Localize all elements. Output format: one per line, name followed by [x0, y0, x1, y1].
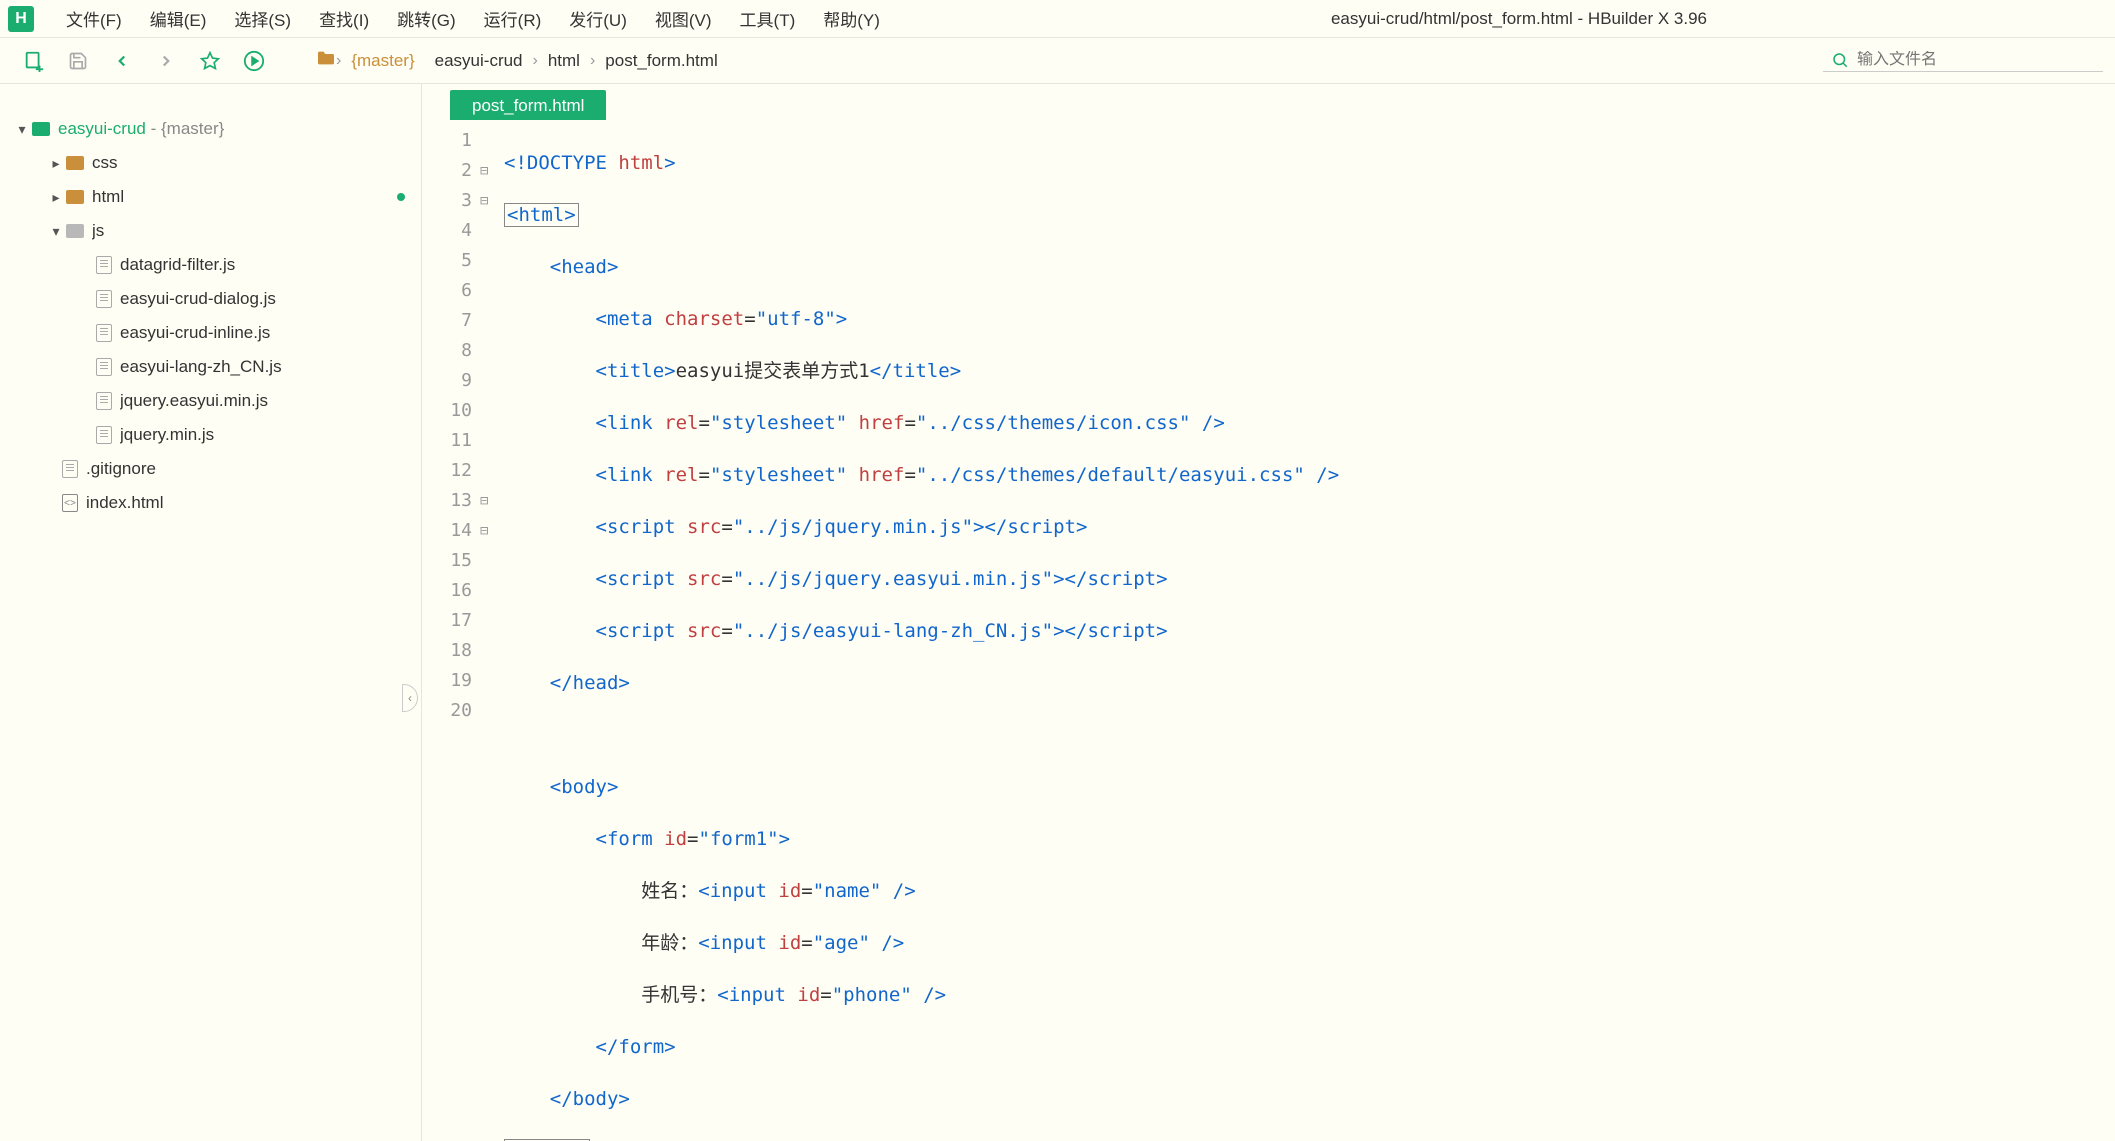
folder-icon	[316, 50, 336, 71]
file-icon	[62, 460, 78, 478]
chevron-down-icon: ▾	[12, 121, 32, 138]
breadcrumb-file[interactable]: post_form.html	[595, 51, 727, 71]
back-button[interactable]	[100, 43, 144, 79]
file-icon	[96, 358, 112, 376]
folder-icon	[66, 156, 84, 170]
tree-file[interactable]: jquery.min.js	[0, 418, 421, 452]
folder-label: css	[92, 153, 409, 173]
folder-label: html	[92, 187, 397, 207]
tree-file[interactable]: easyui-crud-dialog.js	[0, 282, 421, 316]
tree-file-index[interactable]: <> index.html	[0, 486, 421, 520]
tree-file[interactable]: easyui-lang-zh_CN.js	[0, 350, 421, 384]
file-label: .gitignore	[86, 459, 409, 479]
breadcrumb-dir[interactable]: html	[538, 51, 590, 71]
file-icon	[96, 290, 112, 308]
fold-gutter[interactable]: ⊟⊟⊟⊟	[480, 126, 500, 1141]
tree-file[interactable]: datagrid-filter.js	[0, 248, 421, 282]
breadcrumb: › {master} easyui-crud › html › post_for…	[316, 50, 728, 71]
file-label: easyui-lang-zh_CN.js	[120, 357, 409, 377]
editor: ‹ post_form.html 12345678910111213141516…	[422, 84, 2115, 1141]
new-file-button[interactable]	[12, 43, 56, 79]
code-file-icon: <>	[62, 494, 78, 512]
run-button[interactable]	[232, 43, 276, 79]
branch-label: - {master}	[151, 119, 225, 138]
breadcrumb-branch[interactable]: {master}	[341, 51, 424, 71]
file-label: jquery.easyui.min.js	[120, 391, 409, 411]
search-input[interactable]	[1857, 51, 2095, 69]
file-label: index.html	[86, 493, 409, 513]
file-label: jquery.min.js	[120, 425, 409, 445]
menu-file[interactable]: 文件(F)	[52, 6, 136, 31]
menu-run[interactable]: 运行(R)	[470, 6, 556, 31]
project-name: easyui-crud	[58, 119, 146, 138]
file-icon	[96, 392, 112, 410]
folder-open-icon	[66, 224, 84, 238]
file-label: easyui-crud-dialog.js	[120, 289, 409, 309]
app-logo: H	[8, 6, 34, 32]
code-area[interactable]: 1234567891011121314151617181920 ⊟⊟⊟⊟ <!D…	[422, 120, 2115, 1141]
file-label: datagrid-filter.js	[120, 255, 409, 275]
tab-bar: post_form.html	[422, 84, 2115, 120]
chevron-down-icon: ▾	[46, 223, 66, 240]
folder-icon	[66, 190, 84, 204]
menu-select[interactable]: 选择(S)	[220, 6, 305, 31]
menu-edit[interactable]: 编辑(E)	[136, 6, 221, 31]
file-icon	[96, 256, 112, 274]
tree-file[interactable]: jquery.easyui.min.js	[0, 384, 421, 418]
folder-label: js	[92, 221, 409, 241]
tree-file-gitignore[interactable]: .gitignore	[0, 452, 421, 486]
modified-dot-icon	[397, 193, 405, 201]
save-button[interactable]	[56, 43, 100, 79]
tree-root[interactable]: ▾ easyui-crud - {master}	[0, 112, 421, 146]
menu-goto[interactable]: 跳转(G)	[383, 6, 470, 31]
menubar: H 文件(F) 编辑(E) 选择(S) 查找(I) 跳转(G) 运行(R) 发行…	[0, 0, 2115, 38]
file-label: easyui-crud-inline.js	[120, 323, 409, 343]
favorite-button[interactable]	[188, 43, 232, 79]
project-tree: ▾ easyui-crud - {master} ▸ css ▸ html ▾ …	[0, 84, 422, 1141]
window-title: easyui-crud/html/post_form.html - HBuild…	[1331, 9, 2107, 29]
folder-icon	[32, 122, 50, 136]
main-area: ▾ easyui-crud - {master} ▸ css ▸ html ▾ …	[0, 84, 2115, 1141]
code-content[interactable]: <!DOCTYPE html> <html> <head> <meta char…	[500, 126, 2115, 1141]
search-icon	[1831, 51, 1849, 69]
forward-button[interactable]	[144, 43, 188, 79]
tree-folder-html[interactable]: ▸ html	[0, 180, 421, 214]
menu-find[interactable]: 查找(I)	[305, 6, 383, 31]
toolbar: › {master} easyui-crud › html › post_for…	[0, 38, 2115, 84]
menu-help[interactable]: 帮助(Y)	[809, 6, 894, 31]
file-search[interactable]	[1823, 49, 2103, 72]
menu-view[interactable]: 视图(V)	[641, 6, 726, 31]
breadcrumb-project[interactable]: easyui-crud	[425, 51, 533, 71]
line-gutter: 1234567891011121314151617181920	[422, 126, 480, 1141]
tree-folder-css[interactable]: ▸ css	[0, 146, 421, 180]
menu-publish[interactable]: 发行(U)	[555, 6, 641, 31]
file-icon	[96, 324, 112, 342]
chevron-right-icon: ▸	[46, 189, 66, 206]
chevron-right-icon: ▸	[46, 155, 66, 172]
tab-active[interactable]: post_form.html	[450, 90, 606, 120]
file-icon	[96, 426, 112, 444]
menu-tool[interactable]: 工具(T)	[726, 6, 810, 31]
tree-file[interactable]: easyui-crud-inline.js	[0, 316, 421, 350]
tree-folder-js[interactable]: ▾ js	[0, 214, 421, 248]
